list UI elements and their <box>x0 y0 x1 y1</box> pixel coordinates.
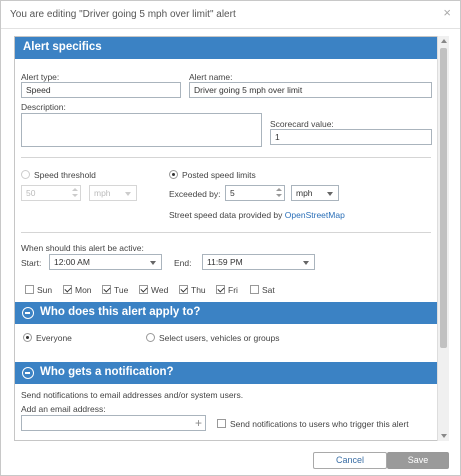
email-label: Add an email address: <box>21 404 106 414</box>
divider <box>21 157 431 158</box>
speed-threshold-input[interactable]: 50 <box>21 185 81 201</box>
scroll-down-icon[interactable] <box>441 434 447 438</box>
start-time-select[interactable]: 12:00 AM <box>49 254 162 270</box>
alert-name-label: Alert name: <box>189 72 233 82</box>
chevron-down-icon <box>303 261 309 265</box>
active-time-label: When should this alert be active: <box>21 243 144 253</box>
spinner-icon[interactable] <box>72 188 78 198</box>
notification-intro: Send notifications to email addresses an… <box>21 390 244 400</box>
everyone-radio[interactable] <box>23 333 32 342</box>
scorecard-field[interactable]: 1 <box>270 129 432 145</box>
day-label-sun: Sun <box>37 285 53 295</box>
trigger-users-checkbox[interactable] <box>217 419 226 428</box>
dialog-title: You are editing "Driver going 5 mph over… <box>10 9 236 20</box>
section-header-notification[interactable]: Who gets a notification? <box>15 362 437 384</box>
save-button[interactable]: Save <box>387 452 449 469</box>
speed-threshold-unit-select[interactable]: mph <box>89 185 137 201</box>
cancel-button[interactable]: Cancel <box>313 452 387 469</box>
chevron-down-icon <box>327 192 333 196</box>
alert-name-field[interactable]: Driver going 5 mph over limit <box>189 82 432 98</box>
end-label: End: <box>174 258 192 268</box>
start-label: Start: <box>21 258 42 268</box>
speed-threshold-label: Speed threshold <box>34 170 96 180</box>
exceeded-by-input[interactable]: 5 <box>225 185 285 201</box>
day-label-thu: Thu <box>191 285 206 295</box>
exceeded-by-label: Exceeded by: <box>169 189 221 199</box>
day-label-tue: Tue <box>114 285 129 295</box>
openstreetmap-link[interactable]: OpenStreetMap <box>285 210 345 220</box>
posted-speed-limits-label: Posted speed limits <box>182 170 256 180</box>
scorecard-label: Scorecard value: <box>270 119 334 129</box>
day-checkbox-fri[interactable] <box>216 285 225 294</box>
section-header-applies-to[interactable]: Who does this alert apply to? <box>15 302 437 324</box>
dialog-header: You are editing "Driver going 5 mph over… <box>1 1 460 29</box>
dialog-body[interactable]: Alert specifics Alert type: Speed Alert … <box>14 36 448 441</box>
edit-alert-dialog: You are editing "Driver going 5 mph over… <box>0 0 461 476</box>
everyone-label: Everyone <box>36 333 72 343</box>
scrollbar-thumb[interactable] <box>440 48 447 348</box>
day-checkbox-thu[interactable] <box>179 285 188 294</box>
street-data-note: Street speed data provided by OpenStreet… <box>169 210 345 220</box>
close-icon[interactable]: × <box>443 6 451 20</box>
spinner-icon[interactable] <box>276 188 282 198</box>
day-label-sat: Sat <box>262 285 275 295</box>
speed-threshold-radio[interactable] <box>21 170 30 179</box>
collapse-icon[interactable] <box>22 367 34 379</box>
alert-type-label: Alert type: <box>21 72 60 82</box>
alert-type-field[interactable]: Speed <box>21 82 181 98</box>
day-label-mon: Mon <box>75 285 92 295</box>
exceeded-by-unit-select[interactable]: mph <box>291 185 339 201</box>
select-targets-radio[interactable] <box>146 333 155 342</box>
scroll-up-icon[interactable] <box>441 39 447 43</box>
day-label-fri: Fri <box>228 285 238 295</box>
divider <box>21 232 431 233</box>
collapse-icon[interactable] <box>22 307 34 319</box>
vertical-scrollbar[interactable] <box>437 36 449 441</box>
description-label: Description: <box>21 102 66 112</box>
dialog-footer: Cancel Save <box>1 448 460 476</box>
section-header-alert-specifics: Alert specifics <box>15 37 437 59</box>
day-checkbox-wed[interactable] <box>139 285 148 294</box>
email-input[interactable]: + <box>21 415 206 431</box>
trigger-users-label: Send notifications to users who trigger … <box>230 419 409 429</box>
description-field[interactable] <box>21 113 262 147</box>
day-checkbox-tue[interactable] <box>102 285 111 294</box>
day-label-wed: Wed <box>151 285 169 295</box>
day-checkbox-sat[interactable] <box>250 285 259 294</box>
chevron-down-icon <box>150 261 156 265</box>
add-icon[interactable]: + <box>195 417 202 429</box>
end-time-select[interactable]: 11:59 PM <box>202 254 315 270</box>
posted-speed-limits-radio[interactable] <box>169 170 178 179</box>
chevron-down-icon <box>125 192 131 196</box>
day-checkbox-mon[interactable] <box>63 285 72 294</box>
select-targets-label: Select users, vehicles or groups <box>159 333 280 343</box>
day-checkbox-sun[interactable] <box>25 285 34 294</box>
